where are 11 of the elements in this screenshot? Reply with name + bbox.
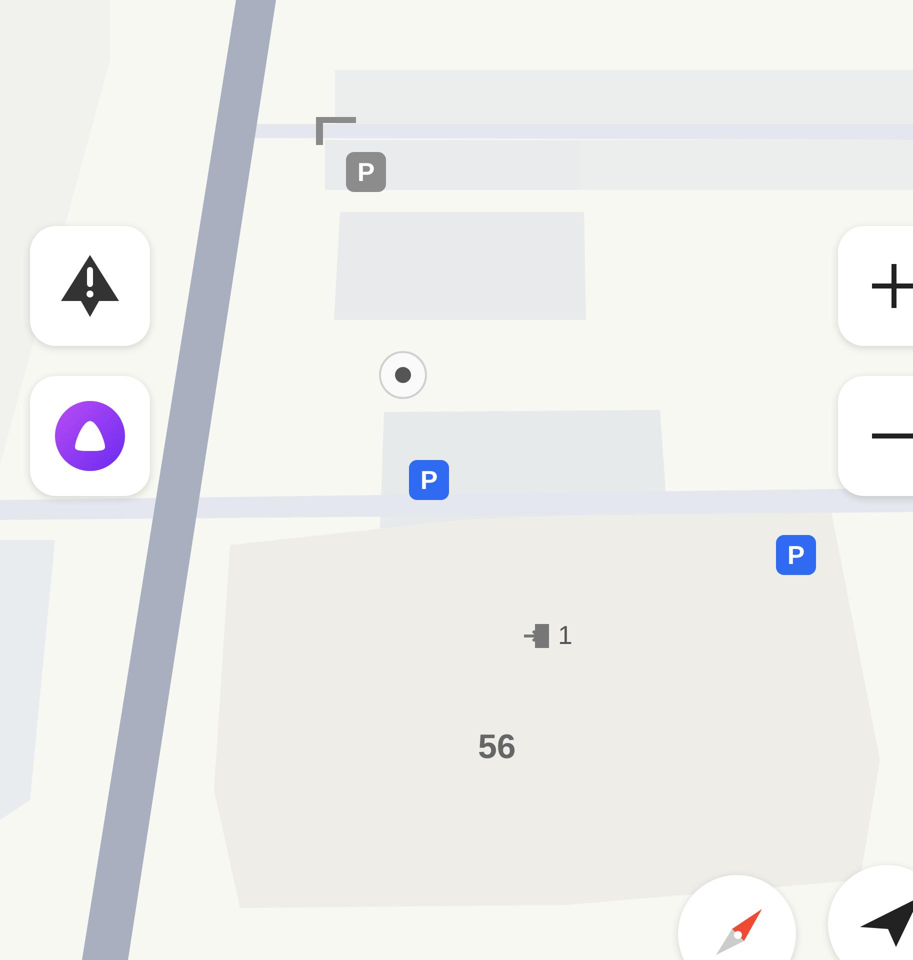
minus-icon [872, 433, 913, 439]
alert-button[interactable] [30, 226, 150, 346]
alert-icon [59, 253, 121, 319]
compass-icon [714, 907, 764, 957]
plus-icon [872, 264, 913, 308]
parking-sign: P [346, 152, 386, 192]
assistant-icon [55, 401, 125, 471]
location-marker-icon [379, 351, 427, 399]
parking-sign: P [409, 460, 449, 500]
barrier-icon [316, 117, 356, 145]
assistant-button[interactable] [30, 376, 150, 496]
